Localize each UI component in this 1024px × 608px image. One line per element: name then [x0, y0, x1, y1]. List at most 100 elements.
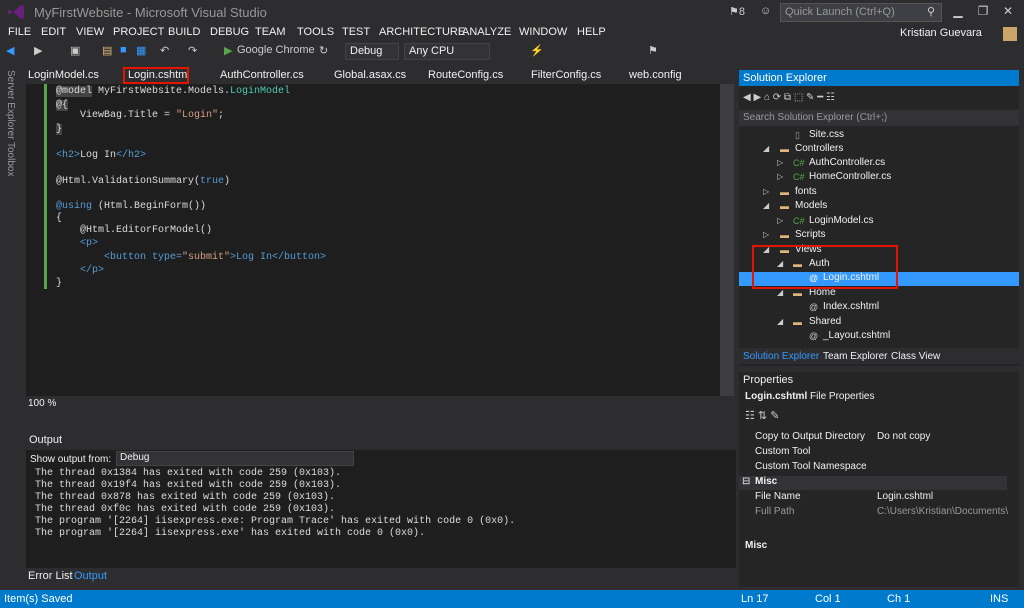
save-icon[interactable]: ■ [120, 44, 127, 56]
editor-scrollbar[interactable] [720, 84, 734, 396]
tab-error-list[interactable]: Error List [28, 570, 73, 582]
tab-output[interactable]: Output [74, 570, 107, 582]
expand-icon[interactable]: ▷ [777, 216, 783, 225]
tree-label: Controllers [795, 143, 844, 154]
back-icon[interactable]: ◀ [6, 44, 14, 57]
notification-flag[interactable]: ⚑8 [729, 5, 745, 18]
collapse-icon[interactable]: ◢ [777, 317, 783, 326]
prop-row[interactable]: Custom Tool [739, 446, 1007, 460]
user-name[interactable]: Kristian Guevara [900, 27, 982, 39]
code-editor[interactable]: @model MyFirstWebsite.Models.LoginModel … [26, 84, 720, 396]
prop-row[interactable]: Full Path C:\Users\Kristian\Documents\ [739, 506, 1009, 520]
menu-debug[interactable]: DEBUG [210, 26, 249, 38]
toolbox-tab[interactable]: Toolbox [5, 142, 16, 176]
tab-solution-explorer[interactable]: Solution Explorer [743, 351, 819, 362]
browser-select[interactable]: Google Chrome [237, 44, 315, 56]
minimize-button[interactable]: ▁ [948, 4, 968, 18]
tab-team-explorer[interactable]: Team Explorer [823, 351, 887, 362]
start-debug-icon[interactable]: ▶ [224, 44, 232, 57]
properties-panel: Properties Login.cshtml File Properties … [739, 372, 1019, 587]
expand-icon[interactable]: ▷ [777, 158, 783, 167]
menu-team[interactable]: TEAM [255, 26, 286, 38]
refresh-icon[interactable]: ↻ [319, 44, 328, 57]
tree-label: fonts [795, 186, 817, 197]
code-line: { [56, 213, 63, 224]
bottom-tabs: Error List Output [26, 568, 736, 584]
tab-global-asax[interactable]: Global.asax.cs [334, 69, 406, 81]
open-file-icon[interactable]: ▤ [102, 44, 112, 57]
tree-item-homecontroller[interactable]: ▷ C# HomeController.cs [739, 171, 1019, 185]
menu-test[interactable]: TEST [342, 26, 370, 38]
zoom-level[interactable]: 100 % [26, 398, 736, 412]
prop-key: Copy to Output Directory [755, 431, 866, 442]
tab-routeconfig[interactable]: RouteConfig.cs [428, 69, 503, 81]
prop-value: C:\Users\Kristian\Documents\ [877, 506, 1009, 517]
close-button[interactable]: ✕ [998, 4, 1018, 18]
prop-category-misc[interactable]: ⊟ Misc [739, 476, 1007, 490]
redo-icon[interactable]: ↷ [188, 44, 197, 57]
menu-window[interactable]: WINDOW [519, 26, 567, 38]
find-in-files-icon[interactable]: ⚡ [530, 44, 544, 57]
server-explorer-tab[interactable]: Server Explorer [5, 70, 16, 139]
undo-icon[interactable]: ↶ [160, 44, 169, 57]
folder-icon: ▬ [793, 288, 802, 298]
expand-icon[interactable]: ▷ [763, 187, 769, 196]
status-char: Ch 1 [887, 593, 911, 605]
feedback-icon[interactable]: ☺ [760, 5, 771, 17]
menu-architecture[interactable]: ARCHITECTURE [379, 26, 465, 38]
avatar[interactable] [1003, 27, 1017, 41]
solution-search-input[interactable]: Search Solution Explorer (Ctrl+;) [739, 110, 1019, 126]
expand-icon[interactable]: ▷ [763, 230, 769, 239]
tree-item-controllers[interactable]: ◢ ▬ Controllers [739, 143, 1019, 157]
categorized-icon[interactable]: ☷ ⇅ ✎ [745, 409, 779, 422]
forward-icon[interactable]: ▶ [34, 44, 42, 57]
prop-value: Login.cshtml [877, 491, 934, 502]
tab-class-view[interactable]: Class View [891, 351, 940, 362]
bookmark-icon[interactable]: ⚑ [648, 44, 658, 57]
quick-launch-input[interactable]: Quick Launch (Ctrl+Q) [780, 3, 942, 22]
save-all-icon[interactable]: ▦ [136, 44, 146, 57]
new-project-icon[interactable]: ▣ [70, 44, 80, 57]
output-source-select[interactable]: Debug [116, 451, 354, 466]
menu-edit[interactable]: EDIT [41, 26, 66, 38]
collapse-icon[interactable]: ◢ [777, 288, 783, 297]
menu-project[interactable]: PROJECT [113, 26, 164, 38]
change-indicator [44, 84, 47, 289]
menu-file[interactable]: FILE [8, 26, 31, 38]
platform-select[interactable]: Any CPU [404, 43, 490, 60]
folder-icon: ▬ [793, 317, 802, 327]
expand-icon[interactable]: ▷ [777, 172, 783, 181]
prop-row[interactable]: Copy to Output Directory Do not copy [739, 431, 1007, 445]
prop-row[interactable]: Custom Tool Namespace [739, 461, 1007, 475]
search-icon[interactable]: ⚲ [927, 5, 935, 18]
se-toolbar-icons[interactable]: ◀ ▶ ⌂ ⟳ ⧉ ⬚ ✎ ━ ☷ [743, 92, 1003, 106]
tab-filterconfig[interactable]: FilterConfig.cs [531, 69, 601, 81]
maximize-button[interactable]: ❐ [973, 4, 993, 18]
tree-item-shared[interactable]: ◢ ▬ Shared [739, 316, 1019, 330]
tab-web-config[interactable]: web.config [629, 69, 682, 81]
menu-help[interactable]: HELP [577, 26, 606, 38]
prop-row[interactable]: File Name Login.cshtml [739, 491, 1007, 505]
tree-item-site-css[interactable]: ▯ Site.css [739, 129, 1019, 143]
collapse-icon[interactable]: ◢ [763, 144, 769, 153]
tree-label: _Layout.cshtml [823, 330, 891, 341]
tree-item-index-cshtml[interactable]: @ Index.cshtml [739, 301, 1019, 315]
menu-view[interactable]: VIEW [76, 26, 104, 38]
tab-loginmodel[interactable]: LoginModel.cs [28, 69, 99, 81]
properties-object[interactable]: Login.cshtml File Properties [745, 391, 874, 402]
tree-item-layout-cshtml[interactable]: @ _Layout.cshtml [739, 330, 1019, 344]
tree-item-loginmodel[interactable]: ▷ C# LoginModel.cs [739, 215, 1019, 229]
tree-item-models[interactable]: ◢ ▬ Models [739, 200, 1019, 214]
tree-item-scripts[interactable]: ▷ ▬ Scripts [739, 229, 1019, 243]
tree-item-fonts[interactable]: ▷ ▬ fonts [739, 186, 1019, 200]
menu-build[interactable]: BUILD [168, 26, 200, 38]
menu-tools[interactable]: TOOLS [297, 26, 334, 38]
solution-config-select[interactable]: Debug [345, 43, 399, 60]
tab-authcontroller[interactable]: AuthController.cs [220, 69, 304, 81]
code-line: @using (Html.BeginForm()) [56, 201, 207, 212]
menu-analyze[interactable]: ANALYZE [462, 26, 511, 38]
output-panel[interactable]: Show output from: Debug The thread 0x138… [26, 450, 736, 568]
tree-item-authcontroller[interactable]: ▷ C# AuthController.cs [739, 157, 1019, 171]
tree-item-home[interactable]: ◢ ▬ Home [739, 287, 1019, 301]
collapse-icon[interactable]: ◢ [763, 201, 769, 210]
